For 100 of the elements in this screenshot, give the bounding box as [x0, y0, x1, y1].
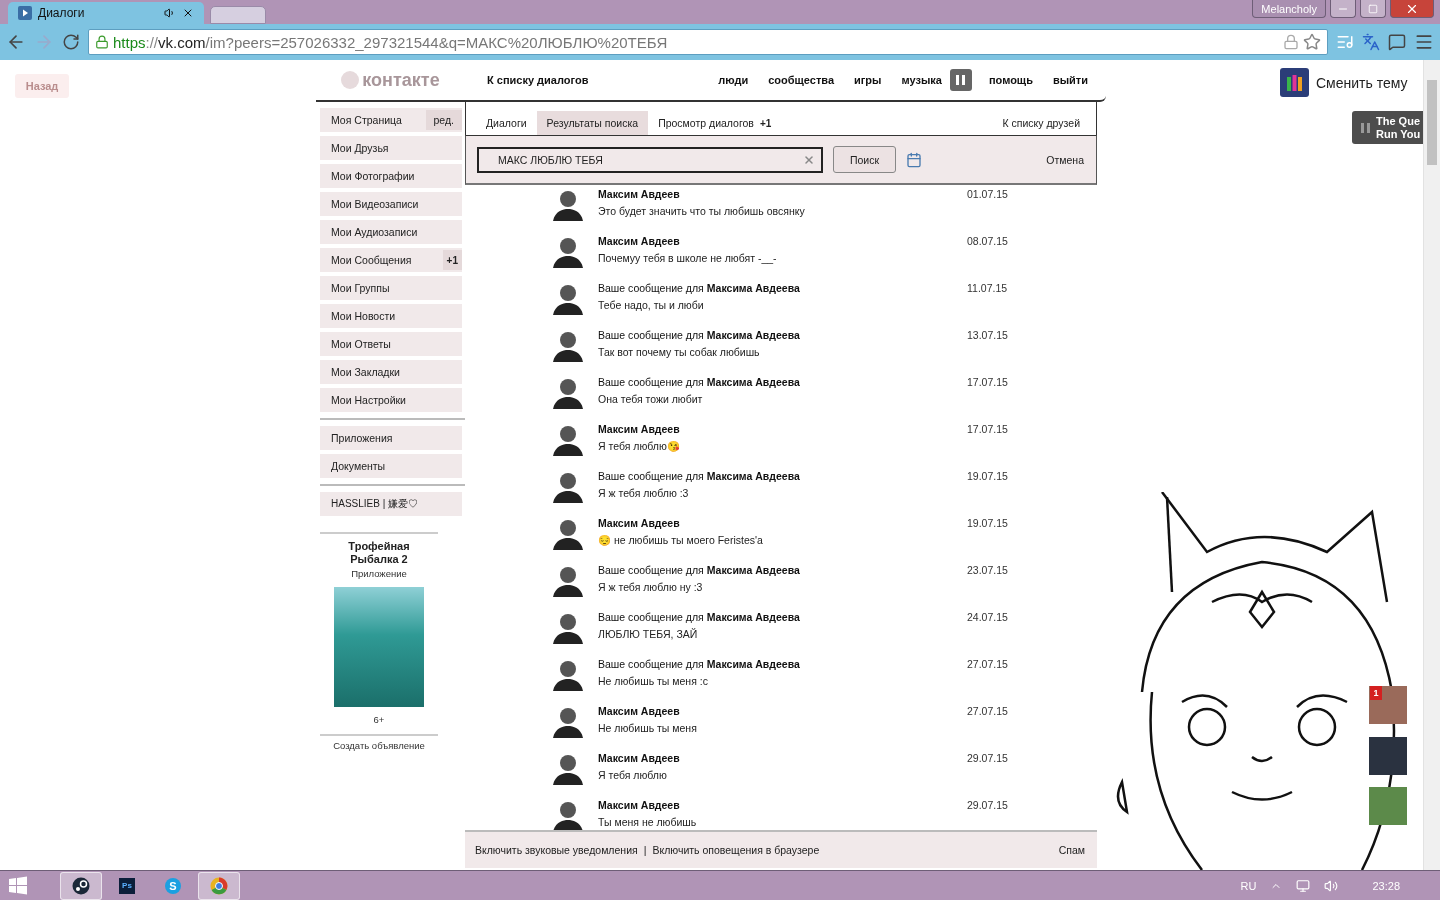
network-icon[interactable]	[1296, 878, 1311, 893]
spam-link[interactable]: Спам	[1058, 844, 1085, 856]
sender-name[interactable]: Максим Авдеев	[598, 188, 967, 201]
play-icon	[18, 6, 32, 20]
skype-icon: S	[165, 877, 181, 894]
calendar-icon[interactable]	[906, 151, 922, 168]
padlock-icon[interactable]	[1283, 34, 1299, 50]
sidebar-item[interactable]: Мои Видеозаписи	[320, 192, 462, 216]
sidebar-item[interactable]: HASSLIEB | 嫌爱♡	[320, 492, 462, 516]
message-heading[interactable]: Ваше сообщение для Максима Авдеева	[598, 376, 967, 389]
message-date: 27.07.15	[967, 657, 1008, 672]
sidebar-item[interactable]: Приложения	[320, 426, 462, 450]
message-text: Она тебя тожи любит	[598, 392, 703, 406]
browser-icon	[210, 876, 228, 895]
minimize-button[interactable]	[1330, 0, 1356, 18]
menu-icon[interactable]	[1414, 32, 1434, 52]
message-date: 19.07.15	[967, 469, 1008, 484]
message-text: Не любишь ты меня	[598, 721, 697, 735]
taskbar-app[interactable]	[60, 871, 102, 900]
lock-icon	[95, 35, 109, 49]
pause-button[interactable]	[949, 69, 972, 91]
theme-button[interactable]: Сменить тему	[1280, 68, 1408, 97]
pencils-icon	[1280, 68, 1309, 97]
nav-link[interactable]: музыка	[901, 74, 942, 86]
create-ad-link[interactable]: Создать объявление	[320, 734, 438, 751]
message-heading[interactable]: Ваше сообщение для Максима Авдеева	[598, 564, 967, 577]
sender-name[interactable]: Максим Авдеев	[598, 752, 967, 765]
translate-icon[interactable]	[1362, 33, 1380, 51]
new-tab-button[interactable]	[210, 6, 266, 24]
sender-name[interactable]: Максим Авдеев	[598, 799, 967, 812]
dialogs-link[interactable]: К списку диалогов	[487, 74, 589, 86]
sidebar-item[interactable]: Мои Фотографии	[320, 164, 462, 188]
photo-placeholder[interactable]	[334, 587, 424, 707]
chat-bubble-icon[interactable]	[1388, 33, 1406, 51]
notification-link[interactable]: Включить звуковые уведомления	[475, 844, 638, 856]
nav-link[interactable]: помощь	[988, 74, 1033, 86]
search-button[interactable]: Поиск	[833, 146, 896, 173]
sidebar-item[interactable]: Мои Настройки	[320, 388, 462, 412]
message-text: Я ж тебя люблю ну :3	[598, 580, 703, 594]
message-date: 29.07.15	[967, 798, 1008, 813]
message-date: 27.07.15	[967, 704, 1008, 719]
sender-name[interactable]: Максим Авдеев	[598, 423, 967, 436]
sidebar-item[interactable]: Мои Друзья	[320, 136, 462, 160]
nav-link[interactable]: выйти	[1052, 74, 1088, 86]
message-text: 😔 не любишь ты моего Feristes'a	[598, 533, 763, 547]
sidebar-item[interactable]: Мои Ответы	[320, 332, 462, 356]
nav-link[interactable]: сообщества	[768, 74, 834, 86]
message-date: 23.07.15	[967, 563, 1008, 578]
ad-title[interactable]: Трофейная Рыбалка 2	[337, 540, 421, 566]
taskbar-app[interactable]: Ps	[106, 871, 148, 900]
close-icon[interactable]	[182, 7, 194, 19]
tab-title: Диалоги	[38, 6, 86, 20]
sidebar-item[interactable]: Моя Страница ред.	[320, 108, 462, 132]
unread-badge: 1	[1370, 686, 1382, 700]
message-text: Почемуу тебя в школе не любят -__-	[598, 251, 777, 265]
music-list-icon[interactable]	[1336, 33, 1354, 51]
nav-link[interactable]: игры	[854, 74, 882, 86]
message-text: ЛЮБЛЮ ТЕБЯ, ЗАЙ	[598, 627, 698, 641]
url-text: https://vk.com/im?peers=257026332_297321544&q=МАКС%20ЛЮБЛЮ%20ТЕБЯ	[113, 33, 669, 51]
search-field[interactable]: МАКС ЛЮБЛЮ ТЕБЯ	[477, 146, 823, 173]
volume-icon[interactable]	[1324, 878, 1339, 893]
message-text: Я тебя люблю😘	[598, 439, 680, 453]
address-bar[interactable]: https://vk.com/im?peers=257026332_297321544&q=МАКС%20ЛЮБЛЮ%20ТЕБЯ	[88, 29, 1328, 55]
age-rating: 6+	[373, 714, 385, 725]
windows-start-icon[interactable]	[8, 875, 28, 896]
message-heading[interactable]: Ваше сообщение для Максима Авдеева	[598, 470, 967, 483]
photo-placeholder[interactable]: 1	[1369, 686, 1407, 724]
sidebar-item[interactable]: Мои Сообщения +1	[320, 248, 462, 272]
sidebar-item[interactable]: Документы	[320, 454, 462, 478]
music-player[interactable]: The Que Run You	[1352, 111, 1423, 144]
notification-link[interactable]: Включить оповещения в браузере	[652, 844, 820, 856]
tab[interactable]: Диалоги	[476, 111, 537, 135]
close-button[interactable]	[1390, 0, 1434, 18]
scrollbar[interactable]	[1423, 60, 1440, 870]
message-text: Не любишь ты меня :с	[598, 674, 708, 688]
message-text: Так вот почему ты собак любишь	[598, 345, 760, 359]
sidebar-item[interactable]: Мои Аудиозаписи	[320, 220, 462, 244]
nav-link[interactable]: люди	[718, 74, 749, 86]
sidebar-item[interactable]: Мои Группы	[320, 276, 462, 300]
sender-name[interactable]: Максим Авдеев	[598, 705, 967, 718]
sidebar-item[interactable]: Мои Закладки	[320, 360, 462, 384]
clear-icon[interactable]	[803, 153, 815, 166]
maximize-button[interactable]	[1360, 0, 1386, 18]
message-heading[interactable]: Ваше сообщение для Максима Авдеева	[598, 282, 967, 295]
sidebar-item[interactable]: Мои Новости	[320, 304, 462, 328]
message-heading[interactable]: Ваше сообщение для Максима Авдеева	[598, 329, 967, 342]
message-heading[interactable]: Ваше сообщение для Максима Авдеева	[598, 658, 967, 671]
message-text: Это будет значить что ты любишь овсянку	[598, 204, 805, 218]
browser-tab[interactable]: Диалоги	[8, 2, 204, 24]
message-heading[interactable]: Ваше сообщение для Максима Авдеева	[598, 611, 967, 624]
cancel-link[interactable]: Отмена	[1046, 153, 1084, 166]
tab[interactable]: Результаты поиска	[536, 111, 649, 135]
bookmark-star-icon[interactable]	[1303, 33, 1321, 51]
friends-link[interactable]: К списку друзей	[1002, 111, 1080, 135]
edit-button[interactable]: ред.	[425, 110, 462, 130]
sender-name[interactable]: Максим Авдеев	[598, 517, 967, 530]
tab[interactable]: Просмотр диалогов +1	[648, 111, 782, 135]
reload-icon[interactable]	[62, 33, 80, 51]
sender-name[interactable]: Максим Авдеев	[598, 235, 967, 248]
photoshop-icon: Ps	[119, 877, 135, 894]
